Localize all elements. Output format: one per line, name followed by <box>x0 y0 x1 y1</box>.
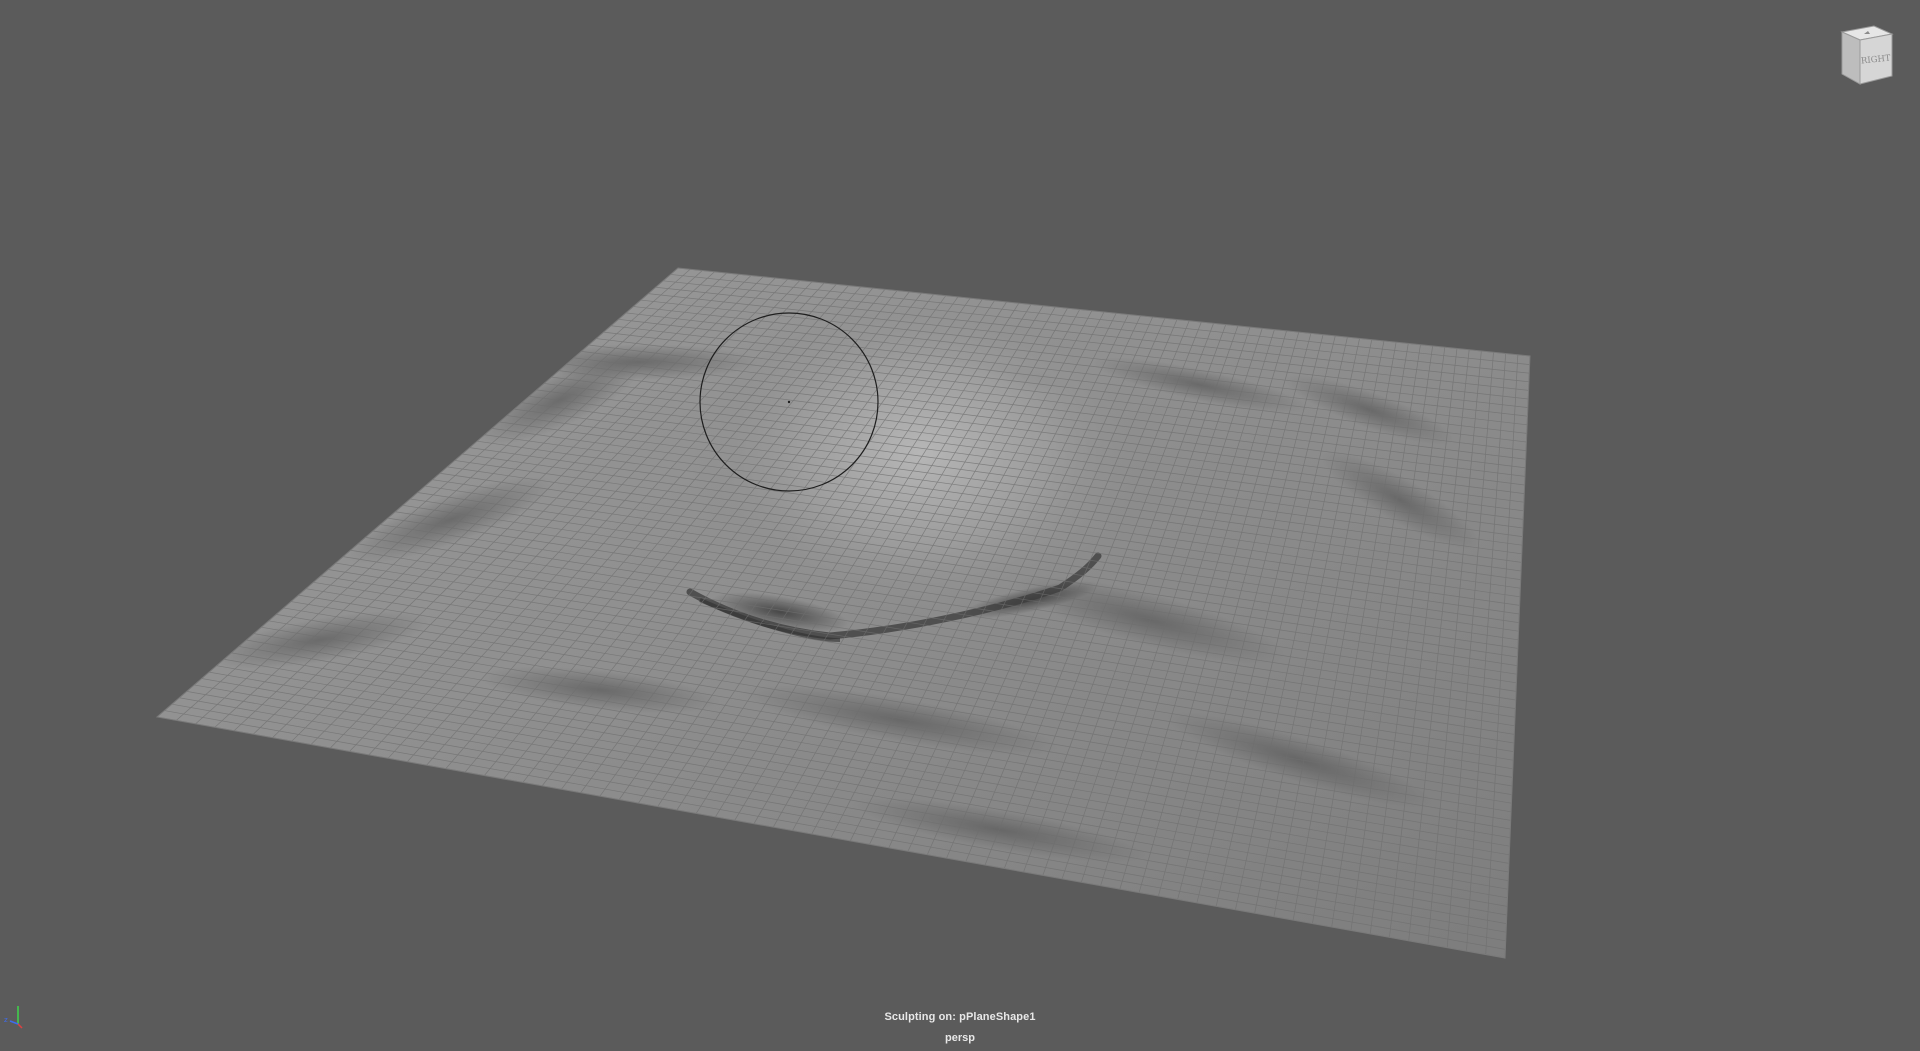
z-axis-label: z <box>4 1016 8 1024</box>
sculpt-status-text: Sculpting on: pPlaneShape1 <box>884 1011 1036 1023</box>
viewcube-icon[interactable]: RIGHT <box>1836 22 1898 88</box>
3d-viewport[interactable]: RIGHT Sculpting on: pPlaneShape1 persp z <box>0 0 1920 1051</box>
z-axis-line <box>9 1020 19 1025</box>
camera-name-label: persp <box>945 1032 975 1044</box>
x-axis-line <box>17 1023 23 1029</box>
axis-gizmo-icon: z <box>4 1006 23 1029</box>
sculpt-scene[interactable] <box>0 0 1920 1051</box>
brush-center-dot <box>787 400 791 404</box>
plane-mesh[interactable] <box>155 267 1531 959</box>
